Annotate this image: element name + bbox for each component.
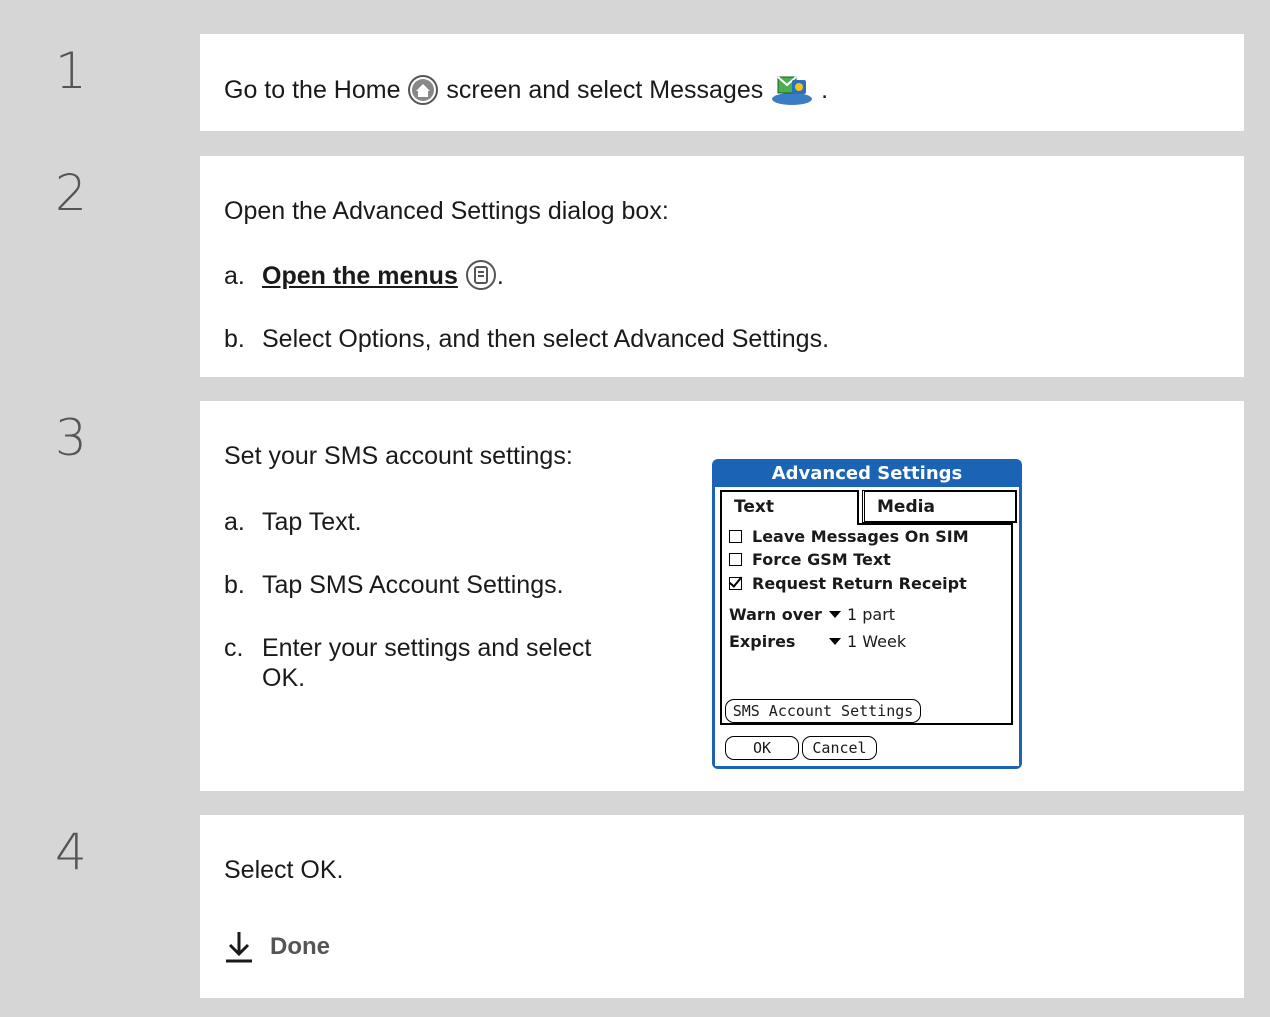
open-menus-link[interactable]: Open the menus: [262, 262, 458, 290]
dialog-title: Advanced Settings: [771, 463, 963, 484]
step-content: Select OK. Done: [200, 815, 1244, 998]
item-text: Enter your settings and select: [262, 634, 592, 662]
cancel-button[interactable]: Cancel: [802, 736, 877, 760]
warn-over-picker[interactable]: 1 part: [829, 605, 895, 624]
step-2-item-b: b. Select Options, and then select Advanc…: [224, 324, 829, 354]
checkbox-label: Force GSM Text: [752, 550, 891, 569]
expires-row: Expires 1 Week: [729, 632, 906, 651]
step-1-text-after: .: [821, 76, 829, 105]
step-number-column: 2: [37, 156, 200, 377]
home-icon: [407, 74, 439, 109]
checkbox-label: Leave Messages On SIM: [752, 527, 969, 546]
step-3-intro: Set your SMS account settings:: [224, 442, 573, 470]
advanced-settings-dialog: Advanced Settings Text Media Leave Messa…: [712, 459, 1022, 769]
step-number: 4: [55, 823, 87, 881]
step-1: 1 Go to the Home screen and select Messa…: [37, 34, 1244, 131]
item-text-continued: OK.: [262, 664, 306, 692]
leave-messages-checkbox[interactable]: Leave Messages On SIM: [729, 527, 969, 546]
dropdown-arrow-icon: [829, 638, 841, 645]
warn-over-value: 1 part: [847, 605, 896, 624]
item-text: Select Options, and then select Advanced…: [262, 325, 830, 353]
step-number: 1: [55, 42, 87, 100]
ok-button[interactable]: OK: [725, 736, 799, 760]
step-content: Set your SMS account settings: a. Tap Tex…: [200, 401, 1244, 791]
checkbox-label: Request Return Receipt: [752, 574, 967, 593]
request-receipt-checkbox[interactable]: Request Return Receipt: [729, 574, 967, 593]
step-4: 4 Select OK. Done: [37, 815, 1244, 998]
item-text: Tap SMS Account Settings.: [262, 571, 564, 599]
step-3-item-c: c. Enter your settings and select OK.: [224, 633, 591, 693]
done-label: Done: [270, 933, 330, 960]
warn-over-label: Warn over: [729, 605, 822, 624]
dialog-body: Text Media Leave Messages On SIM Force G…: [715, 487, 1019, 766]
item-label: a.: [224, 508, 245, 536]
tab-text[interactable]: Text: [720, 490, 859, 525]
warn-over-row: Warn over 1 part: [729, 605, 895, 624]
item-text: Tap Text.: [262, 508, 362, 536]
step-2-intro: Open the Advanced Settings dialog box:: [224, 197, 669, 225]
dropdown-arrow-icon: [829, 611, 841, 618]
dialog-tabs: Text Media: [720, 490, 1017, 525]
sms-account-settings-button[interactable]: SMS Account Settings: [725, 699, 921, 723]
step-2: 2 Open the Advanced Settings dialog box:…: [37, 156, 1244, 377]
step-1-text-middle: screen and select Messages: [446, 76, 764, 105]
item-label: b.: [224, 571, 245, 599]
step-content: Open the Advanced Settings dialog box: a…: [200, 156, 1244, 377]
item-label: a.: [224, 262, 245, 291]
step-1-text-before: Go to the Home: [224, 76, 401, 105]
expires-value: 1 Week: [847, 632, 907, 651]
step-3: 3 Set your SMS account settings: a. Tap T…: [37, 401, 1244, 791]
menu-icon: [465, 259, 497, 296]
step-3-item-b: b. Tap SMS Account Settings.: [224, 570, 564, 600]
step-number: 3: [55, 409, 87, 467]
checkbox-box-checked: [729, 577, 742, 590]
expires-label: Expires: [729, 632, 796, 651]
step-2-item-a: a. Open the menus .: [224, 259, 504, 296]
step-number-column: 1: [37, 34, 200, 131]
step-4-text: Select OK.: [224, 856, 344, 884]
force-gsm-checkbox[interactable]: Force GSM Text: [729, 550, 891, 569]
item-label: b.: [224, 325, 245, 353]
tab-media[interactable]: Media: [862, 490, 1017, 523]
step-3-item-a: a. Tap Text.: [224, 507, 362, 537]
step-content: Go to the Home screen and select Message…: [200, 34, 1244, 131]
item-label: c.: [224, 634, 244, 662]
step-1-text: Go to the Home screen and select Message…: [224, 72, 828, 111]
step-2-item-a-after: .: [496, 262, 504, 291]
done-indicator: Done: [224, 930, 330, 964]
step-number-column: 3: [37, 401, 200, 791]
step-number: 2: [55, 164, 87, 222]
down-arrow-icon: [224, 930, 270, 964]
checkbox-box: [729, 553, 742, 566]
messages-app-icon: [770, 72, 814, 111]
checkbox-box: [729, 530, 742, 543]
expires-picker[interactable]: 1 Week: [829, 632, 906, 651]
step-number-column: 4: [37, 815, 200, 998]
